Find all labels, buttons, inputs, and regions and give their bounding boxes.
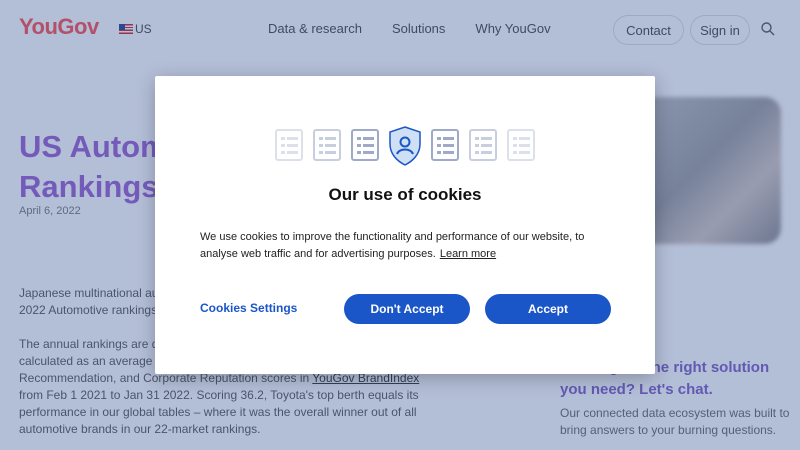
cookie-description: We use cookies to improve the functional… bbox=[200, 231, 585, 260]
list-card-icon bbox=[275, 129, 303, 161]
list-card-icon bbox=[507, 129, 535, 161]
cookies-settings-button[interactable]: Cookies Settings bbox=[200, 301, 297, 315]
cookie-dialog-title: Our use of cookies bbox=[328, 185, 482, 204]
cookie-illustration bbox=[275, 126, 535, 166]
list-card-icon bbox=[431, 129, 459, 161]
cookie-dialog-text: We use cookies to improve the functional… bbox=[200, 229, 620, 263]
learn-more-link[interactable]: Learn more bbox=[440, 248, 496, 260]
list-card-icon bbox=[351, 129, 379, 161]
accept-button[interactable]: Accept bbox=[485, 294, 611, 324]
list-card-icon bbox=[313, 129, 341, 161]
dont-accept-button[interactable]: Don't Accept bbox=[344, 294, 470, 324]
shield-user-icon bbox=[389, 126, 421, 166]
list-card-icon bbox=[469, 129, 497, 161]
cookie-consent-dialog: Our use of cookies We use cookies to imp… bbox=[155, 76, 655, 374]
